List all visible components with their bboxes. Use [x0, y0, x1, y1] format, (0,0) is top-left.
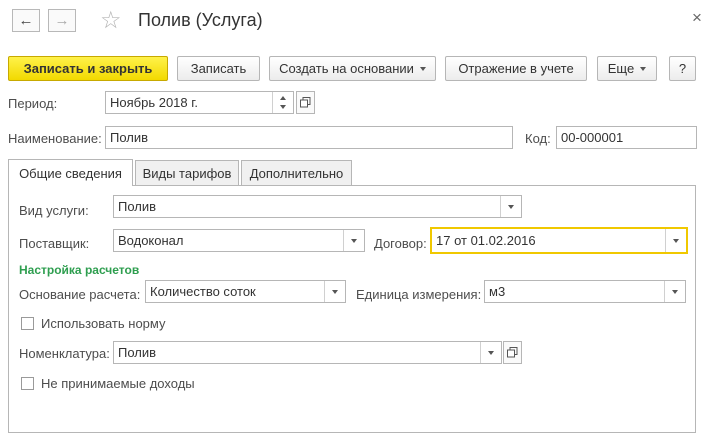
- code-value: 00-000001: [561, 130, 624, 145]
- more-button[interactable]: Еще: [597, 56, 657, 81]
- chevron-down-icon: [673, 238, 679, 243]
- service-type-value: Полив: [118, 199, 157, 214]
- open-window-icon: [300, 97, 311, 108]
- name-input[interactable]: Полив: [105, 126, 513, 149]
- period-open-button[interactable]: [296, 91, 315, 114]
- back-button[interactable]: ←: [12, 9, 40, 32]
- accounting-reflection-button[interactable]: Отражение в учете: [445, 56, 587, 81]
- chevron-down-icon: [508, 204, 514, 209]
- chevron-up-icon: [280, 96, 286, 100]
- nomenclature-value: Полив: [118, 345, 157, 360]
- contract-label: Договор:: [374, 236, 427, 251]
- period-value: Ноябрь 2018 г.: [110, 95, 199, 110]
- window-title: Полив (Услуга): [138, 10, 263, 30]
- tab-additional[interactable]: Дополнительно: [241, 160, 352, 186]
- chevron-down-icon: [672, 289, 678, 294]
- unit-select[interactable]: м3: [484, 280, 686, 303]
- period-spinner[interactable]: [272, 92, 293, 113]
- use-norm-checkbox[interactable]: [21, 317, 34, 330]
- name-label: Наименование:: [8, 131, 102, 146]
- unit-value: м3: [489, 284, 506, 299]
- supplier-select[interactable]: Водоконал: [113, 229, 365, 252]
- nomenclature-dropdown-button[interactable]: [480, 342, 501, 363]
- arrow-left-icon: ←: [18, 12, 34, 29]
- name-value: Полив: [110, 130, 149, 145]
- supplier-value: Водоконал: [118, 233, 184, 248]
- more-label: Еще: [607, 61, 635, 76]
- code-input[interactable]: 00-000001: [556, 126, 697, 149]
- non-accepted-income-checkbox[interactable]: [21, 377, 34, 390]
- supplier-dropdown-button[interactable]: [343, 230, 364, 251]
- help-button[interactable]: ?: [669, 56, 696, 81]
- chevron-down-icon: [419, 66, 426, 71]
- nomenclature-label: Номенклатура:: [19, 346, 110, 361]
- arrow-right-icon: →: [54, 12, 70, 29]
- nomenclature-open-button[interactable]: [503, 341, 522, 364]
- use-norm-label: Использовать норму: [41, 316, 166, 331]
- favorite-star-icon[interactable]: ☆: [100, 6, 122, 35]
- period-field[interactable]: Ноябрь 2018 г.: [105, 91, 294, 114]
- create-based-on-button[interactable]: Создать на основании: [269, 56, 436, 81]
- calc-settings-heading: Настройка расчетов: [19, 263, 140, 277]
- service-type-dropdown-button[interactable]: [500, 196, 521, 217]
- tab-tariff-types[interactable]: Виды тарифов: [135, 160, 239, 186]
- forward-button[interactable]: →: [48, 9, 76, 32]
- non-accepted-income-label: Не принимаемые доходы: [41, 376, 195, 391]
- calc-basis-select[interactable]: Количество соток: [145, 280, 346, 303]
- calc-basis-value: Количество соток: [150, 284, 256, 299]
- period-label: Период:: [8, 96, 58, 111]
- unit-dropdown-button[interactable]: [664, 281, 685, 302]
- general-tab-panel: [8, 185, 696, 433]
- contract-dropdown-button[interactable]: [665, 229, 686, 252]
- chevron-down-icon: [280, 105, 286, 109]
- chevron-down-icon: [332, 289, 338, 294]
- unit-label: Единица измерения:: [356, 287, 482, 302]
- save-and-close-button[interactable]: Записать и закрыть: [8, 56, 168, 81]
- service-type-select[interactable]: Полив: [113, 195, 522, 218]
- code-label: Код:: [525, 131, 551, 146]
- close-icon[interactable]: ×: [692, 8, 702, 28]
- chevron-down-icon: [640, 66, 647, 71]
- open-window-icon: [507, 347, 518, 358]
- save-button[interactable]: Записать: [177, 56, 260, 81]
- calc-basis-dropdown-button[interactable]: [324, 281, 345, 302]
- tab-general[interactable]: Общие сведения: [8, 159, 133, 186]
- chevron-down-icon: [488, 350, 494, 355]
- chevron-down-icon: [351, 238, 357, 243]
- create-based-on-label: Создать на основании: [279, 61, 414, 76]
- calc-basis-label: Основание расчета:: [19, 287, 141, 302]
- contract-value: 17 от 01.02.2016: [436, 233, 536, 248]
- nomenclature-select[interactable]: Полив: [113, 341, 502, 364]
- supplier-label: Поставщик:: [19, 236, 90, 251]
- contract-select[interactable]: 17 от 01.02.2016: [430, 227, 688, 254]
- service-type-label: Вид услуги:: [19, 203, 89, 218]
